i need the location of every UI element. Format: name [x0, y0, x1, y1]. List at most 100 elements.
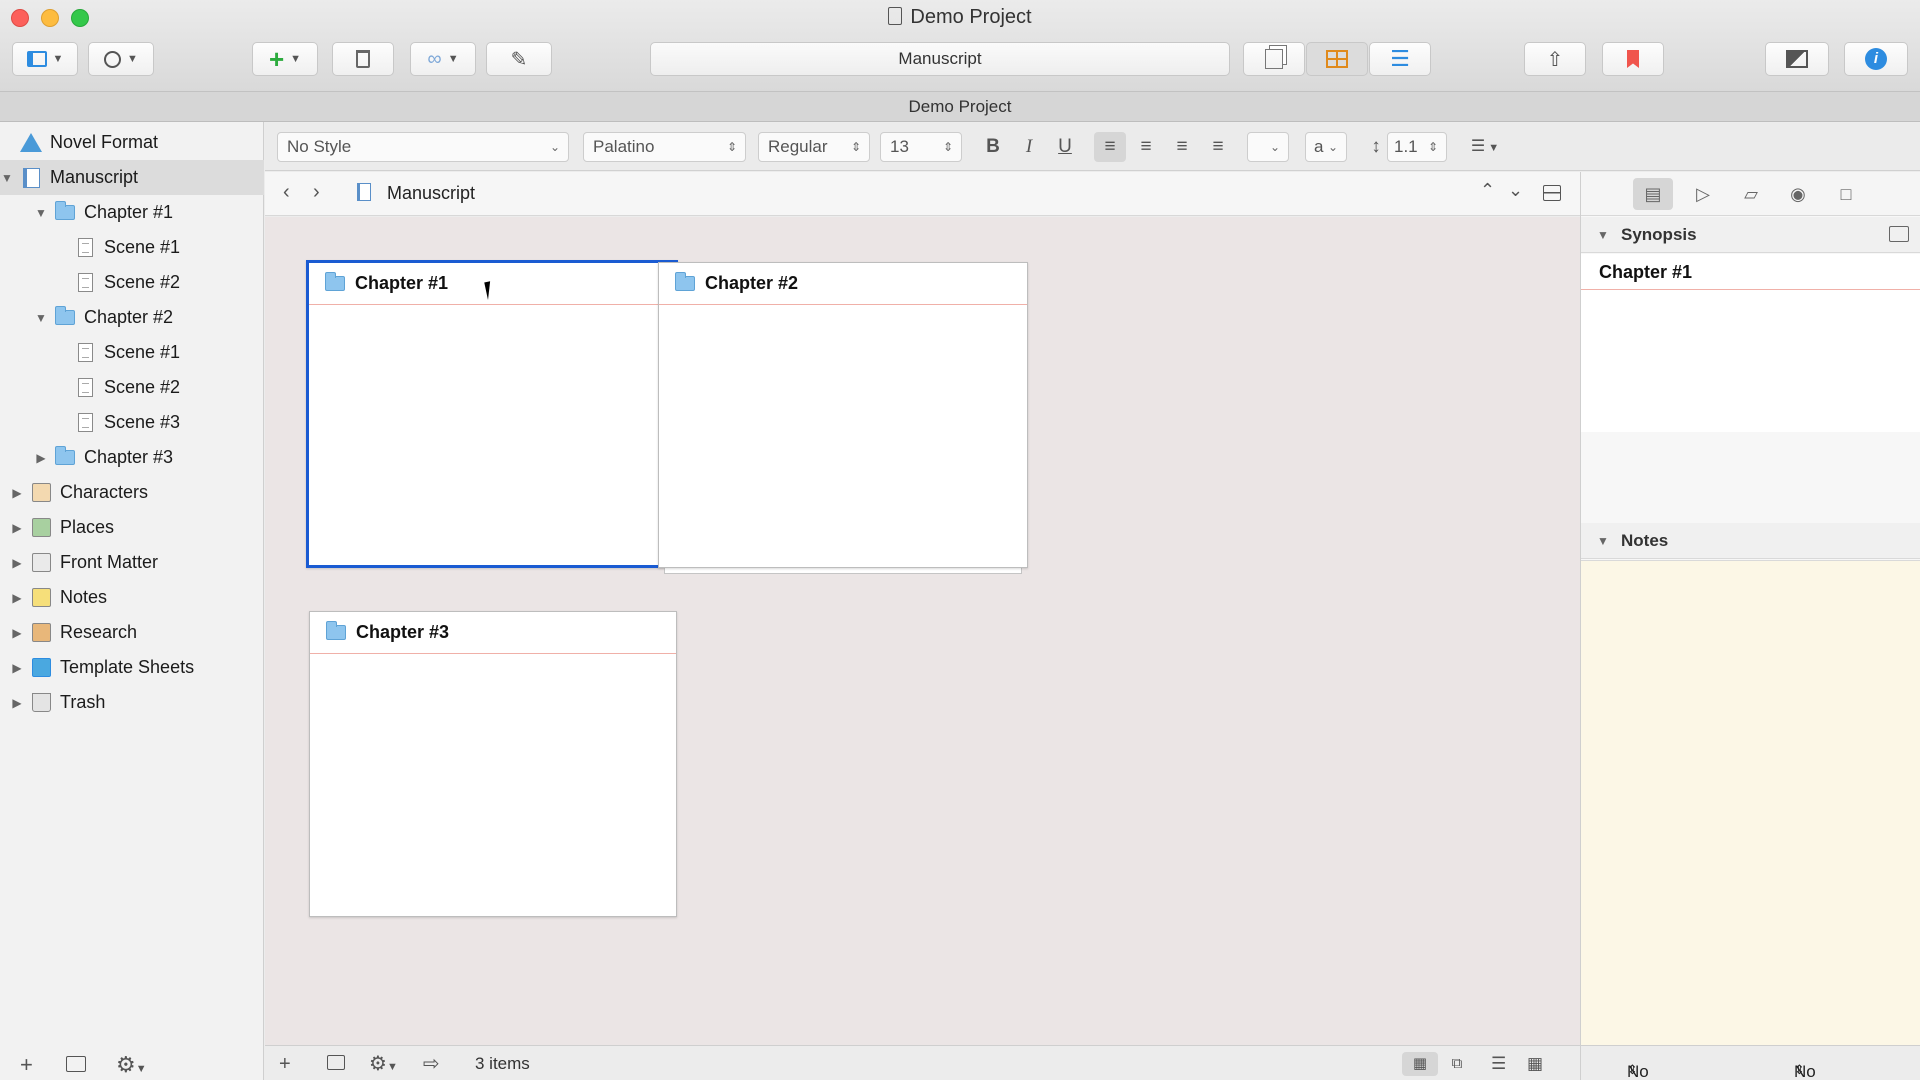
search-button[interactable]: ▼ [88, 42, 154, 76]
chevron-down-icon: ⌄ [549, 140, 560, 154]
tab-snapshots[interactable]: ◉ [1778, 178, 1818, 210]
composition-mode-button[interactable] [1765, 42, 1829, 76]
inspector-button[interactable]: i [1844, 42, 1908, 76]
binder-item-scene-1[interactable]: Scene #1 [0, 230, 264, 265]
outliner-view-button[interactable]: ☰ [1369, 42, 1431, 76]
share-button[interactable]: ⇧ [1524, 42, 1586, 76]
disclosure-triangle-collapsed-icon[interactable]: ▶ [34, 451, 48, 465]
binder-item-scene-2[interactable]: Scene #2 [0, 265, 264, 300]
arrange-button[interactable]: ☰ [1491, 1052, 1506, 1076]
binder-item-scene-3[interactable]: Scene #3 [0, 405, 264, 440]
disclosure-triangle-expanded-icon[interactable]: ▼ [34, 311, 48, 325]
move-out-button[interactable]: ⇨ [423, 1052, 440, 1076]
comment-bubble-icon: □ [1840, 184, 1852, 204]
nav-title[interactable]: Manuscript [387, 183, 475, 204]
chevron-up-icon[interactable]: ⌃ [1480, 180, 1495, 201]
index-card[interactable]: Chapter #1 [306, 260, 678, 568]
card-title[interactable]: Chapter #2 [705, 273, 798, 294]
disclosure-triangle-collapsed-icon[interactable]: ▶ [10, 591, 24, 605]
add-folder-button[interactable] [66, 1050, 86, 1080]
synopsis-header[interactable]: ▼ Synopsis [1581, 217, 1920, 253]
binder-item-chapter-2[interactable]: ▼ Chapter #2 [0, 300, 264, 335]
attachment-button[interactable]: ∞ ▼ [410, 42, 476, 76]
binder-item-research[interactable]: ▶ Research [0, 615, 264, 650]
index-card[interactable]: Chapter #3 [309, 611, 677, 917]
index-card[interactable]: Chapter #2 [658, 262, 1028, 568]
synopsis-title[interactable]: Chapter #1 [1581, 254, 1920, 290]
binder-item-chapter-3[interactable]: ▶ Chapter #3 [0, 440, 264, 475]
bookmark-button[interactable] [1602, 42, 1664, 76]
italic-button[interactable]: I [1016, 132, 1042, 162]
stepper-icon: ⇕ [1794, 1062, 1805, 1077]
highlight-color-select[interactable]: a ⌄ [1305, 132, 1347, 162]
corkboard-view-button[interactable] [1306, 42, 1368, 76]
disclosure-triangle-expanded-icon[interactable]: ▼ [34, 206, 48, 220]
align-center-button[interactable]: ≡ [1131, 132, 1161, 162]
font-family-select[interactable]: Palatino ⇕ [583, 132, 746, 162]
list-style-button[interactable]: ☰ ▼ [1465, 132, 1505, 162]
forward-arrow-icon[interactable]: › [313, 181, 320, 204]
tab-comments[interactable]: □ [1826, 178, 1866, 210]
scrivenings-view-button[interactable] [1243, 42, 1305, 76]
disclosure-triangle-expanded-icon[interactable]: ▼ [0, 171, 14, 185]
image-icon[interactable] [1889, 226, 1909, 242]
composition-mode-icon [1786, 50, 1808, 68]
tab-metadata[interactable]: ▱ [1731, 178, 1771, 210]
card-title[interactable]: Chapter #3 [356, 622, 449, 643]
delete-button[interactable] [332, 42, 394, 76]
binder-item-template-sheets[interactable]: ▶ Template Sheets [0, 650, 264, 685]
tab-notes[interactable]: ▤ [1633, 178, 1673, 210]
tab-bookmarks[interactable]: ▷ [1683, 178, 1723, 210]
disclosure-triangle-collapsed-icon[interactable]: ▶ [10, 486, 24, 500]
binder-item-front-matter[interactable]: ▶ Front Matter [0, 545, 264, 580]
add-binder-item-button[interactable]: + [20, 1050, 33, 1080]
align-right-button[interactable]: ≡ [1167, 132, 1197, 162]
text-color-select[interactable]: ⌄ [1247, 132, 1289, 162]
sidebar-layout-icon [26, 51, 47, 67]
binder-item-label: Scene #2 [104, 272, 181, 292]
split-editor-icon[interactable] [1543, 185, 1561, 201]
align-justify-button[interactable]: ≡ [1203, 132, 1233, 162]
binder-settings-button[interactable]: ⚙▼ [116, 1050, 147, 1080]
disclosure-triangle-collapsed-icon[interactable]: ▶ [10, 626, 24, 640]
font-size-select[interactable]: 13 ⇕ [880, 132, 962, 162]
binder-item-notes[interactable]: ▶ Notes [0, 580, 264, 615]
freeform-mode-button[interactable]: ⧉ [1439, 1052, 1475, 1076]
card-size-button[interactable]: ▦ [1527, 1052, 1543, 1076]
align-left-button[interactable]: ≡ [1094, 132, 1126, 162]
card-title[interactable]: Chapter #1 [355, 273, 448, 294]
font-weight-select[interactable]: Regular ⇕ [758, 132, 870, 162]
disclosure-triangle-collapsed-icon[interactable]: ▶ [10, 521, 24, 535]
disclosure-triangle-collapsed-icon[interactable]: ▶ [10, 661, 24, 675]
add-item-button[interactable]: + ▼ [252, 42, 318, 76]
binder-item-chapter-1[interactable]: ▼ Chapter #1 [0, 195, 264, 230]
add-card-button[interactable]: + [279, 1052, 291, 1076]
chevron-down-icon[interactable]: ⌄ [1508, 180, 1523, 201]
compose-button[interactable]: ✎ [486, 42, 552, 76]
disclosure-triangle-collapsed-icon[interactable]: ▶ [10, 696, 24, 710]
binder-item-scene-2[interactable]: Scene #2 [0, 370, 264, 405]
binder-item-characters[interactable]: ▶ Characters [0, 475, 264, 510]
document-title-field[interactable]: Manuscript [650, 42, 1230, 76]
back-arrow-icon[interactable]: ‹ [283, 181, 290, 204]
binder-item-scene-1[interactable]: Scene #1 [0, 335, 264, 370]
binder-item-novel-format[interactable]: Novel Format [0, 125, 264, 160]
binder-item-label: Notes [60, 587, 108, 607]
binder-item-places[interactable]: ▶ Places [0, 510, 264, 545]
chevron-down-icon: ▼ [1485, 142, 1500, 154]
underline-button[interactable]: U [1052, 132, 1078, 162]
notes-header[interactable]: ▼ Notes [1581, 523, 1920, 559]
synopsis-text[interactable] [1581, 290, 1920, 432]
notes-text-area[interactable] [1581, 560, 1920, 1045]
bold-button[interactable]: B [980, 132, 1006, 162]
disclosure-triangle-collapsed-icon[interactable]: ▶ [10, 556, 24, 570]
add-folder-card-button[interactable] [327, 1052, 345, 1076]
paperclip-icon: ∞ [427, 47, 442, 70]
corkboard-settings-button[interactable]: ⚙▼ [369, 1052, 398, 1076]
view-layout-button[interactable]: ▼ [12, 42, 78, 76]
binder-item-trash[interactable]: ▶ Trash [0, 685, 264, 720]
paragraph-style-select[interactable]: No Style ⌄ [277, 132, 569, 162]
grid-mode-button[interactable]: ▦ [1402, 1052, 1438, 1076]
line-spacing-select[interactable]: 1.1 ⇕ [1387, 132, 1447, 162]
binder-item-manuscript[interactable]: ▼ Manuscript [0, 160, 264, 195]
